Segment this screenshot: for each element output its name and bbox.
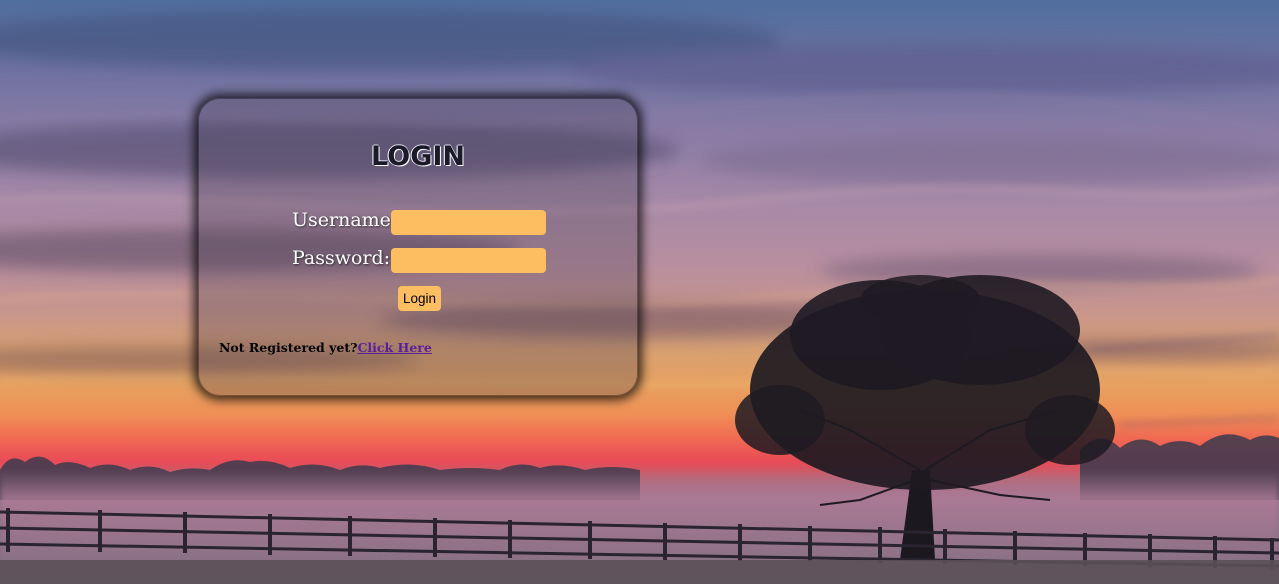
background-landscape-image: [0, 0, 1279, 584]
login-button[interactable]: Login: [398, 286, 441, 311]
username-input[interactable]: [391, 210, 546, 235]
login-title: LOGIN: [371, 141, 465, 172]
password-label: Password:: [292, 247, 391, 269]
password-input[interactable]: [391, 248, 546, 273]
register-prompt-text: Not Registered yet?: [219, 340, 358, 355]
register-prompt-line: Not Registered yet?Click Here: [219, 340, 432, 355]
horizon-scene: [0, 275, 1279, 584]
register-link[interactable]: Click Here: [357, 340, 431, 355]
login-card: LOGIN Username: Password: Login Not Regi…: [198, 98, 638, 396]
username-label: Username:: [292, 209, 398, 231]
